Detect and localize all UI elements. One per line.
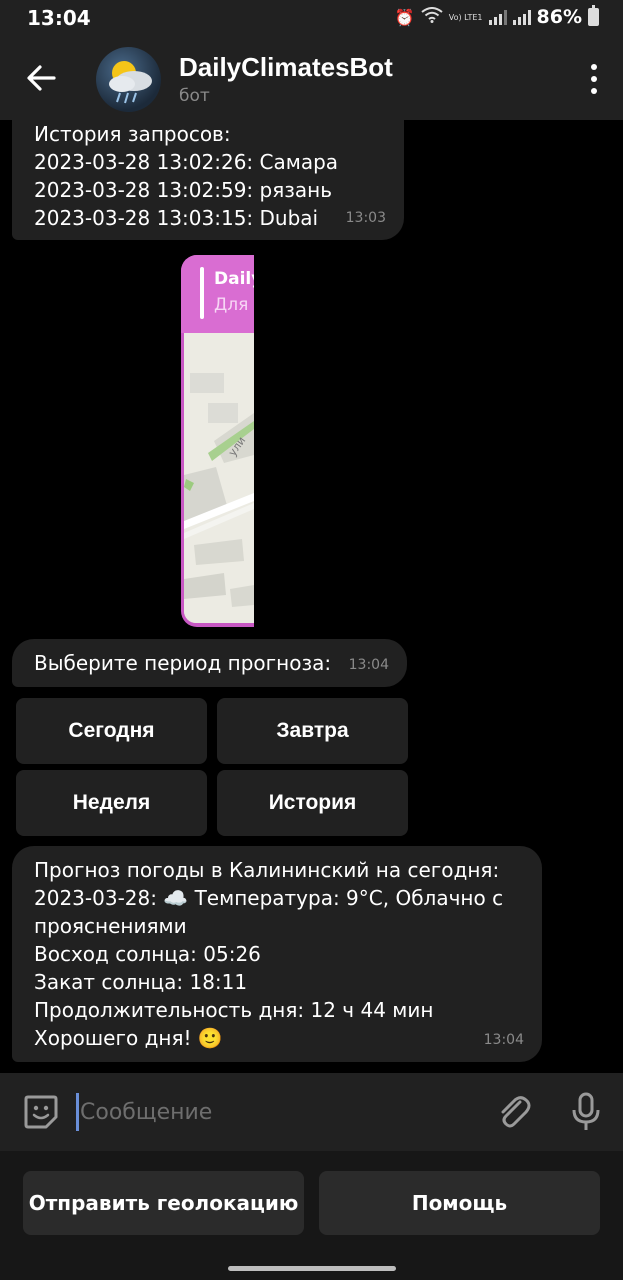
more-vert-icon[interactable] — [589, 64, 599, 94]
battery-percent: 86% — [536, 6, 582, 28]
message-time: 13:04 — [348, 657, 389, 673]
map-card-accent-bar — [200, 267, 204, 319]
system-nav-bar — [0, 1256, 623, 1280]
emoji-sticker-icon[interactable] — [22, 1093, 60, 1131]
status-time: 13:04 — [27, 6, 91, 30]
forecast-message: Прогноз погоды в Калининский на сегодня:… — [12, 846, 542, 1062]
status-icons: ⏰ Vo) LTE1 86% — [394, 5, 599, 28]
back-arrow-icon[interactable] — [24, 58, 60, 98]
attach-icon[interactable] — [496, 1092, 532, 1132]
lte-indicator: Vo) LTE1 — [448, 12, 483, 22]
send-location-button[interactable]: Отправить геолокацию — [23, 1171, 304, 1235]
map-card-title: Daily — [214, 269, 254, 289]
week-button[interactable]: Неделя — [16, 770, 207, 836]
battery-icon — [588, 5, 599, 26]
alarm-icon: ⏰ — [394, 7, 415, 27]
home-gesture-pill[interactable] — [228, 1266, 396, 1271]
chat-header: DailyClimatesBot бот — [0, 38, 623, 120]
chat-title[interactable]: DailyClimatesBot — [179, 52, 393, 83]
message-line: Восход солнца: 05:26 — [34, 942, 261, 966]
message-time: 13:04 — [483, 1032, 524, 1048]
chat-subtitle: бот — [179, 86, 210, 106]
message-line: Продолжительность дня: 12 ч 44 мин — [34, 998, 434, 1022]
status-bar: 13:04 ⏰ Vo) LTE1 86% — [0, 0, 623, 38]
location-map-card[interactable]: Daily Для ули — [181, 255, 254, 627]
text-caret — [76, 1093, 79, 1131]
map-preview[interactable]: ули — [184, 333, 254, 623]
message-line: Прогноз погоды в Калининский на сегодня: — [34, 858, 500, 882]
signal-icon-2 — [512, 9, 531, 25]
history-message: История запросов: 2023-03-28 13:02:26: С… — [12, 120, 404, 240]
microphone-icon[interactable] — [569, 1091, 603, 1133]
reply-keyboard: Отправить геолокацию Помощь — [0, 1151, 623, 1256]
message-line: Закат солнца: 18:11 — [34, 970, 248, 994]
map-card-header: Daily Для — [181, 255, 254, 333]
period-message: Выберите период прогноза: 13:04 — [12, 639, 407, 687]
message-line: История запросов: — [34, 122, 231, 146]
tomorrow-button[interactable]: Завтра — [217, 698, 408, 764]
history-button[interactable]: История — [217, 770, 408, 836]
message-input-bar — [0, 1073, 623, 1151]
message-time: 13:03 — [345, 210, 386, 226]
help-button[interactable]: Помощь — [319, 1171, 600, 1235]
message-line: 2023-03-28 13:02:26: Самара — [34, 150, 339, 174]
bot-avatar[interactable] — [96, 47, 161, 112]
chat-area[interactable]: История запросов: 2023-03-28 13:02:26: С… — [0, 120, 623, 1073]
message-line: Хорошего дня! 🙂 — [34, 1026, 223, 1050]
map-card-subtitle: Для — [214, 295, 249, 315]
message-line: прояснениями — [34, 914, 187, 938]
signal-icon — [488, 9, 507, 25]
message-line: 2023-03-28 13:02:59: рязань — [34, 178, 332, 202]
today-button[interactable]: Сегодня — [16, 698, 207, 764]
message-input[interactable] — [80, 1093, 460, 1131]
wifi-icon — [421, 7, 443, 27]
message-line: 2023-03-28: ☁️ Температура: 9°C, Облачно… — [34, 886, 504, 910]
